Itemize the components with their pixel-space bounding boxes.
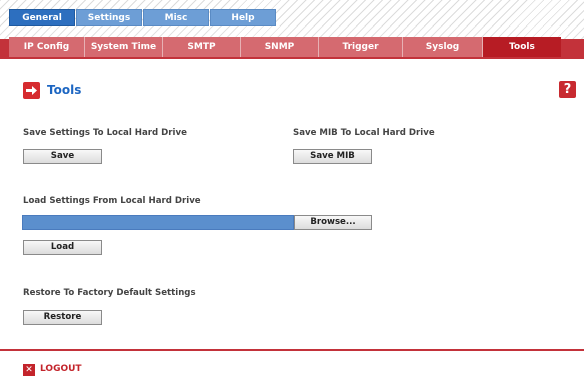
page-title: Tools <box>47 83 82 97</box>
save-button[interactable]: Save <box>23 149 102 164</box>
tab-general[interactable]: General <box>9 9 75 26</box>
sub-tab-bar: IP Config System Time SMTP SNMP Trigger … <box>0 26 584 59</box>
subtab-ip-config[interactable]: IP Config <box>9 37 85 57</box>
file-path-input[interactable] <box>22 215 294 230</box>
subtab-smtp[interactable]: SMTP <box>163 37 241 57</box>
arrow-right-icon <box>23 82 40 99</box>
subtab-system-time[interactable]: System Time <box>85 37 163 57</box>
top-tab-bar: General Settings Misc Help <box>0 0 584 26</box>
browse-button[interactable]: Browse... <box>294 215 372 230</box>
tab-settings[interactable]: Settings <box>76 9 142 26</box>
subtab-tools[interactable]: Tools <box>483 37 561 57</box>
restore-defaults-label: Restore To Factory Default Settings <box>23 288 196 298</box>
save-mib-button[interactable]: Save MIB <box>293 149 372 164</box>
help-icon[interactable]: ? <box>559 81 576 98</box>
load-button[interactable]: Load <box>23 240 102 255</box>
subtab-trigger[interactable]: Trigger <box>319 37 403 57</box>
logout-link[interactable]: LOGOUT <box>40 364 82 374</box>
subtab-snmp[interactable]: SNMP <box>241 37 319 57</box>
footer-divider <box>0 349 584 351</box>
save-mib-label: Save MIB To Local Hard Drive <box>293 128 435 138</box>
tab-help[interactable]: Help <box>210 9 276 26</box>
load-settings-label: Load Settings From Local Hard Drive <box>23 196 201 206</box>
save-settings-label: Save Settings To Local Hard Drive <box>23 128 187 138</box>
restore-button[interactable]: Restore <box>23 310 102 325</box>
logout-close-icon[interactable]: ✕ <box>23 364 35 376</box>
tab-misc[interactable]: Misc <box>143 9 209 26</box>
subtab-syslog[interactable]: Syslog <box>403 37 483 57</box>
